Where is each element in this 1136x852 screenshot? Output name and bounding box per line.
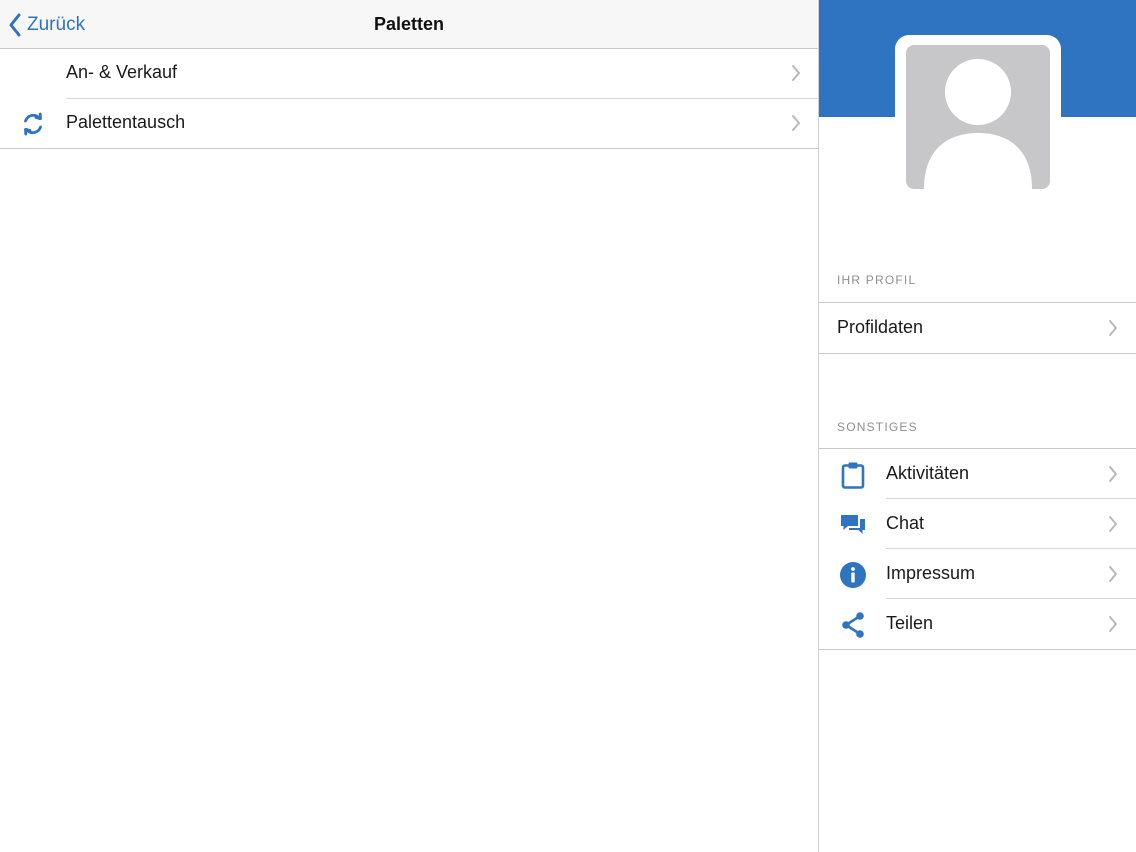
navigation-bar: Zurück Paletten bbox=[0, 0, 818, 49]
section-header-other: SONSTIGES bbox=[837, 420, 918, 434]
sync-icon bbox=[24, 112, 42, 136]
sidebar-item-label: Teilen bbox=[886, 613, 934, 633]
chevron-right-icon bbox=[792, 65, 800, 81]
chevron-right-icon bbox=[1109, 516, 1117, 532]
app-window: Zurück Paletten An- & Verkauf Palettenta… bbox=[0, 0, 1136, 852]
chevron-right-icon bbox=[1109, 320, 1117, 336]
sidebar-item-profildaten[interactable]: Profildaten bbox=[819, 303, 1136, 353]
chevron-right-icon bbox=[792, 115, 800, 131]
sidebar-item-label: Impressum bbox=[886, 563, 976, 583]
other-group: Aktivitäten Chat Impressum Teilen bbox=[819, 448, 1136, 650]
avatar[interactable] bbox=[906, 45, 1050, 189]
sidebar-item-label: Aktivitäten bbox=[886, 463, 970, 483]
page-title: Paletten bbox=[373, 14, 445, 34]
menu-item-palettentausch[interactable]: Palettentausch bbox=[0, 99, 818, 149]
menu-item-an-verkauf[interactable]: An- & Verkauf bbox=[0, 49, 818, 99]
info-icon bbox=[840, 562, 866, 588]
profile-sidebar: IHR PROFIL Profildaten SONSTIGES Aktivit… bbox=[818, 0, 1136, 852]
sidebar-item-aktivitaeten[interactable]: Aktivitäten bbox=[819, 449, 1136, 499]
profile-group: Profildaten bbox=[819, 302, 1136, 354]
chevron-right-icon bbox=[1109, 466, 1117, 482]
row-divider bbox=[0, 148, 818, 149]
chat-bubbles-icon bbox=[841, 515, 865, 534]
sidebar-item-teilen[interactable]: Teilen bbox=[819, 599, 1136, 649]
share-icon bbox=[842, 612, 864, 638]
chevron-right-icon bbox=[1109, 616, 1117, 632]
menu-item-label: An- & Verkauf bbox=[66, 62, 178, 82]
menu-item-label: Palettentausch bbox=[66, 112, 186, 132]
paletten-menu-list: An- & Verkauf Palettentausch bbox=[0, 49, 818, 149]
sidebar-item-chat[interactable]: Chat bbox=[819, 499, 1136, 549]
user-placeholder-icon bbox=[924, 59, 1032, 189]
sidebar-item-label: Profildaten bbox=[837, 317, 924, 337]
chevron-right-icon bbox=[1109, 566, 1117, 582]
avatar-frame bbox=[895, 35, 1061, 198]
main-pane: Zurück Paletten An- & Verkauf Palettenta… bbox=[0, 0, 818, 852]
sidebar-item-label: Chat bbox=[886, 513, 925, 533]
clipboard-icon bbox=[841, 462, 865, 489]
section-header-profile: IHR PROFIL bbox=[837, 273, 917, 287]
sidebar-item-impressum[interactable]: Impressum bbox=[819, 549, 1136, 599]
